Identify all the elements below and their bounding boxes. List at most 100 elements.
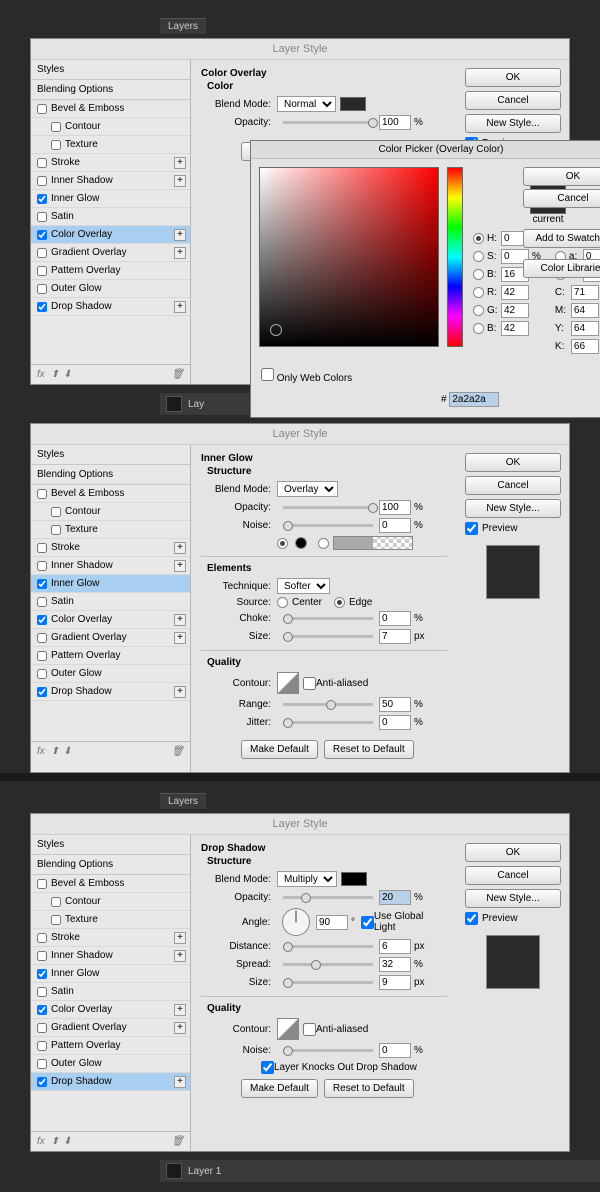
fx-satin-check[interactable] (37, 212, 47, 222)
y-input[interactable] (571, 321, 599, 336)
arrow-down-icon[interactable]: ⬇ (63, 369, 71, 380)
c-input[interactable] (571, 285, 599, 300)
noise-input[interactable] (379, 518, 411, 533)
opacity-slider[interactable] (283, 896, 373, 899)
b-radio[interactable] (473, 269, 484, 280)
ok-button[interactable]: OK (465, 453, 561, 472)
s-radio[interactable] (473, 251, 484, 262)
edge-radio[interactable] (334, 597, 345, 608)
arrow-down-icon[interactable]: ⬇ (63, 746, 71, 757)
size-input[interactable] (379, 975, 411, 990)
trash-icon[interactable]: 🗑 (171, 369, 184, 380)
fx-stroke[interactable]: Stroke+ (31, 539, 190, 557)
blend-mode-select[interactable]: Multiply (277, 871, 337, 887)
fx-satin[interactable]: Satin (31, 208, 190, 226)
fx-inner-shadow-check[interactable] (37, 176, 47, 186)
blending-options[interactable]: Blending Options (31, 80, 190, 100)
new-style-button[interactable]: New Style... (465, 499, 561, 518)
fx-outer-glow[interactable]: Outer Glow (31, 1055, 190, 1073)
angle-dial[interactable] (282, 908, 310, 936)
choke-slider[interactable] (283, 617, 373, 620)
opacity-slider[interactable] (283, 506, 373, 509)
spread-slider[interactable] (283, 963, 373, 966)
plus-icon[interactable]: + (174, 301, 186, 313)
reset-default-button[interactable]: Reset to Default (324, 1079, 414, 1098)
fx-inner-glow[interactable]: Inner Glow (31, 190, 190, 208)
color-libraries-button[interactable]: Color Libraries (523, 259, 600, 278)
fx-gradient-overlay[interactable]: Gradient Overlay+ (31, 1019, 190, 1037)
reset-default-button[interactable]: Reset to Default (324, 740, 414, 759)
fx-pattern-overlay[interactable]: Pattern Overlay (31, 1037, 190, 1055)
fx-stroke[interactable]: Stroke+ (31, 929, 190, 947)
choke-input[interactable] (379, 611, 411, 626)
fx-outer-glow[interactable]: Outer Glow (31, 665, 190, 683)
layers-tab[interactable]: Layers (160, 793, 206, 809)
add-swatches-button[interactable]: Add to Swatches (523, 229, 600, 248)
fx-pattern-overlay[interactable]: Pattern Overlay (31, 262, 190, 280)
contour-swatch[interactable] (277, 1018, 299, 1040)
b2-input[interactable] (501, 321, 529, 336)
distance-input[interactable] (379, 939, 411, 954)
fx-inner-shadow[interactable]: Inner Shadow+ (31, 947, 190, 965)
styles-header[interactable]: Styles (31, 835, 190, 855)
opacity-slider[interactable] (283, 121, 373, 124)
size-input[interactable] (379, 629, 411, 644)
angle-input[interactable] (316, 915, 348, 930)
preview-check[interactable] (465, 522, 478, 535)
make-default-button[interactable]: Make Default (241, 740, 318, 759)
color-swatch[interactable] (340, 97, 366, 111)
fx-drop-shadow[interactable]: Drop Shadow+ (31, 298, 190, 316)
fx-pattern-overlay-check[interactable] (37, 266, 47, 276)
r-input[interactable] (501, 285, 529, 300)
cp-ok-button[interactable]: OK (523, 167, 600, 186)
arrow-up-icon[interactable]: ⬆ (51, 746, 59, 757)
fx-contour[interactable]: Contour (31, 893, 190, 911)
fx-stroke-check[interactable] (37, 158, 47, 168)
cp-cancel-button[interactable]: Cancel (523, 189, 600, 208)
distance-slider[interactable] (283, 945, 373, 948)
fx-contour[interactable]: Contour (31, 118, 190, 136)
cancel-button[interactable]: Cancel (465, 476, 561, 495)
range-input[interactable] (379, 697, 411, 712)
opacity-input[interactable] (379, 115, 411, 130)
g-radio[interactable] (473, 305, 484, 316)
new-style-button[interactable]: New Style... (465, 889, 561, 908)
knockout-check[interactable] (261, 1061, 274, 1074)
color-field[interactable] (259, 167, 439, 347)
fx-pattern-overlay[interactable]: Pattern Overlay (31, 647, 190, 665)
fx-outer-glow[interactable]: Outer Glow (31, 280, 190, 298)
cancel-button[interactable]: Cancel (465, 91, 561, 110)
fx-inner-glow[interactable]: Inner Glow (31, 965, 190, 983)
styles-header[interactable]: Styles (31, 60, 190, 80)
fx-bevel[interactable]: Bevel & Emboss (31, 875, 190, 893)
plus-icon[interactable]: + (174, 247, 186, 259)
anti-aliased-check[interactable] (303, 1023, 316, 1036)
noise-slider[interactable] (283, 1049, 373, 1052)
noise-input[interactable] (379, 1043, 411, 1058)
fx-inner-shadow[interactable]: Inner Shadow+ (31, 172, 190, 190)
fx-contour-check[interactable] (51, 122, 61, 132)
hue-slider[interactable] (447, 167, 463, 347)
fx-color-overlay[interactable]: Color Overlay+ (31, 226, 190, 244)
fx-color-overlay-check[interactable] (37, 230, 47, 240)
jitter-slider[interactable] (283, 721, 373, 724)
arrow-up-icon[interactable]: ⬆ (51, 369, 59, 380)
layer-row[interactable]: Layer 1 (160, 1160, 600, 1182)
fx-gradient-overlay[interactable]: Gradient Overlay+ (31, 244, 190, 262)
size-slider[interactable] (283, 981, 373, 984)
contour-swatch[interactable] (277, 672, 299, 694)
fx-stroke[interactable]: Stroke+ (31, 154, 190, 172)
fx-texture[interactable]: Texture (31, 136, 190, 154)
trash-icon[interactable]: 🗑 (171, 746, 184, 757)
opacity-input[interactable] (379, 500, 411, 515)
range-slider[interactable] (283, 703, 373, 706)
plus-icon[interactable]: + (174, 157, 186, 169)
fx-contour[interactable]: Contour (31, 503, 190, 521)
r-radio[interactable] (473, 287, 484, 298)
fx-texture[interactable]: Texture (31, 911, 190, 929)
fx-satin[interactable]: Satin (31, 983, 190, 1001)
trash-icon[interactable]: 🗑 (171, 1136, 184, 1147)
styles-header[interactable]: Styles (31, 445, 190, 465)
fx-satin[interactable]: Satin (31, 593, 190, 611)
blend-mode-select[interactable]: Overlay (277, 481, 338, 497)
